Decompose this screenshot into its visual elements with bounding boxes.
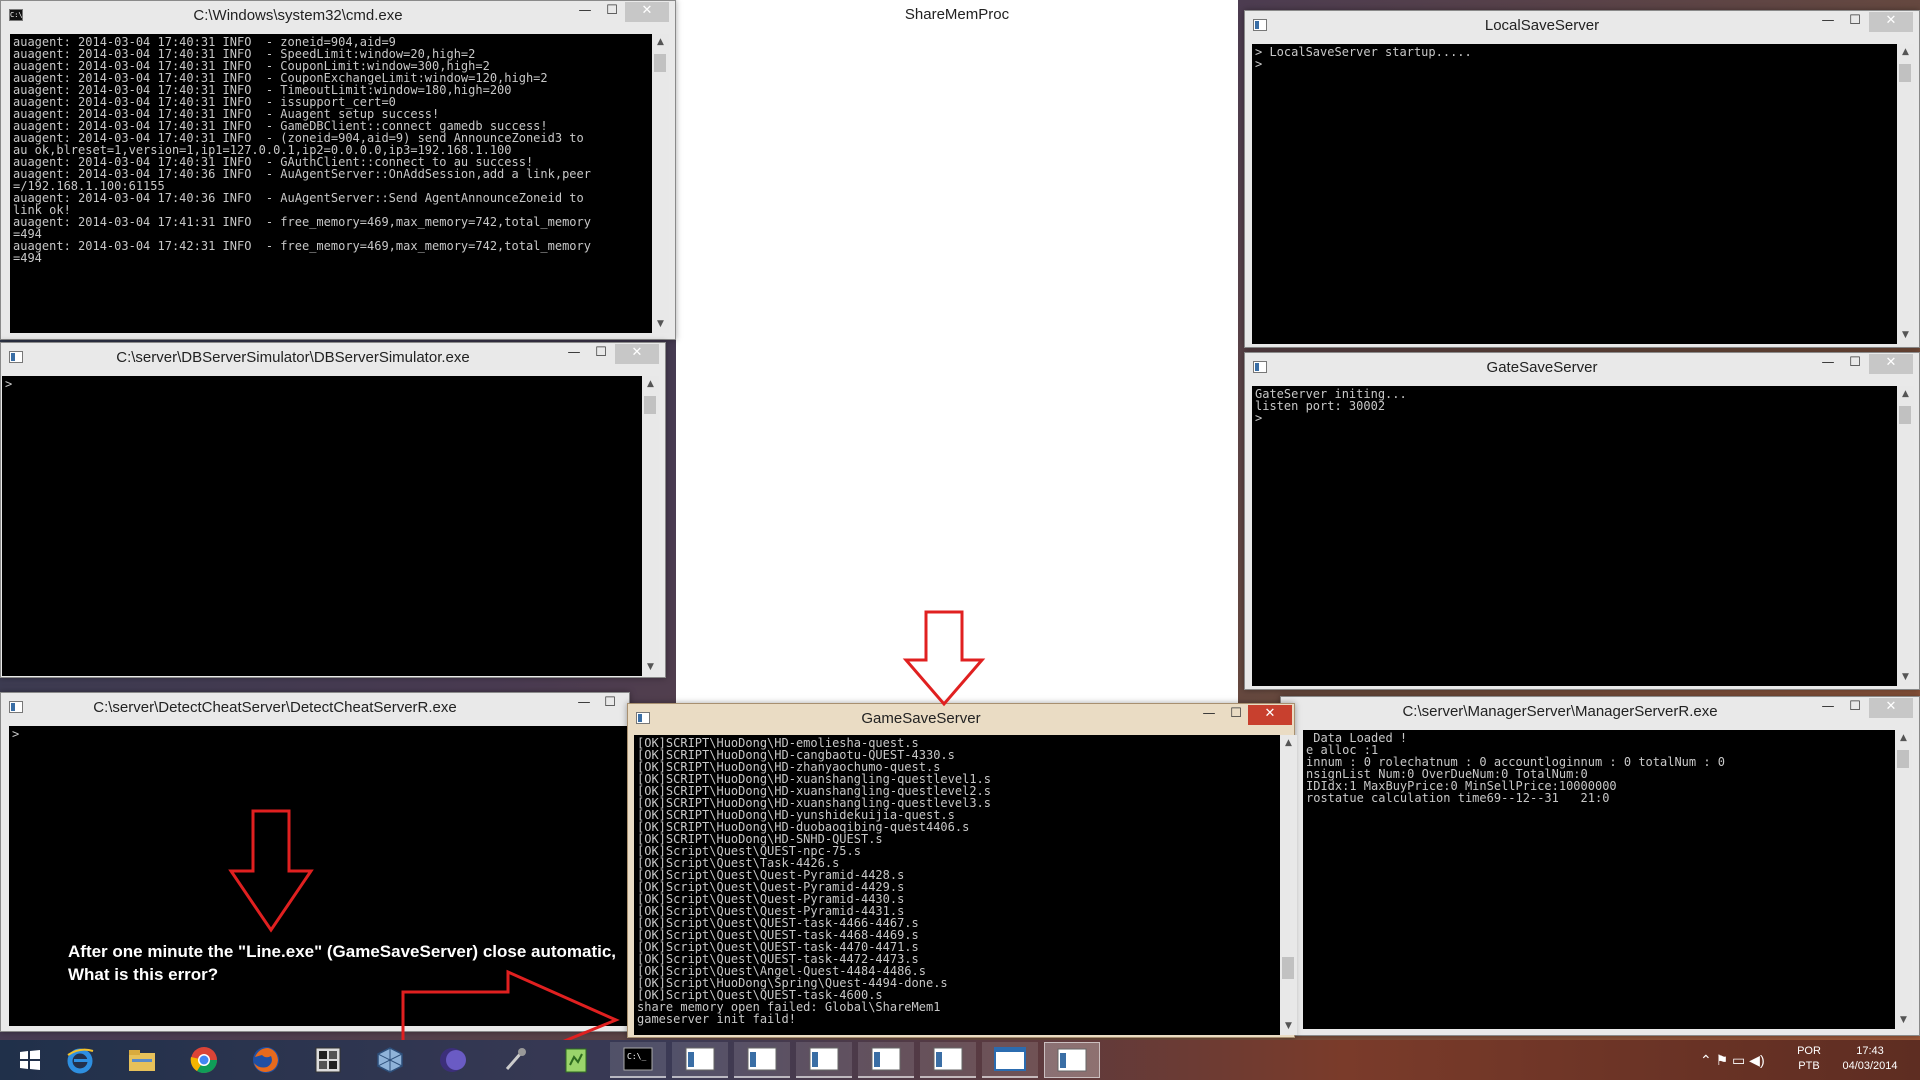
chrome-icon[interactable] bbox=[176, 1042, 232, 1078]
cmd-icon[interactable]: C:\_ bbox=[610, 1042, 666, 1078]
tool-icon[interactable] bbox=[486, 1042, 542, 1078]
console-window-icon[interactable] bbox=[734, 1042, 790, 1078]
virtualbox-icon[interactable] bbox=[362, 1042, 418, 1078]
firefox-icon[interactable] bbox=[238, 1042, 294, 1078]
file-explorer-icon[interactable] bbox=[114, 1042, 170, 1078]
console-window-icon[interactable] bbox=[796, 1042, 852, 1078]
clock-time: 17:43 bbox=[1856, 1045, 1884, 1057]
tray-icons[interactable]: ⌃ ⚑ ▭ ◀) bbox=[1700, 1052, 1765, 1069]
down-arrow-icon bbox=[228, 809, 314, 933]
blank-window-icon[interactable] bbox=[982, 1042, 1038, 1078]
keyboard-layout: PTB bbox=[1798, 1060, 1820, 1072]
windows-logo-icon[interactable] bbox=[2, 1042, 58, 1078]
console-window-icon[interactable] bbox=[1044, 1042, 1100, 1078]
down-arrow-icon bbox=[902, 610, 986, 707]
notepad-plus-icon[interactable] bbox=[548, 1042, 604, 1078]
annotation-text: After one minute the "Line.exe" (GameSav… bbox=[68, 942, 617, 984]
annotation-arrows bbox=[228, 610, 986, 1067]
internet-explorer-icon[interactable] bbox=[52, 1042, 108, 1078]
input-language[interactable]: POR PTB bbox=[1794, 1045, 1824, 1072]
clock-date: 04/03/2014 bbox=[1842, 1060, 1898, 1072]
taskbar: C:\_ ⌃ ⚑ ▭ ◀) POR PTB 17:43 04/03/2014 bbox=[0, 1040, 1920, 1080]
language-code: POR bbox=[1797, 1045, 1821, 1057]
svg-text:C:\_: C:\_ bbox=[627, 1052, 646, 1061]
console-window-icon[interactable] bbox=[672, 1042, 728, 1078]
console-window-icon[interactable] bbox=[858, 1042, 914, 1078]
annotation-arrow-layer bbox=[228, 610, 986, 1067]
eclipse-icon[interactable] bbox=[424, 1042, 480, 1078]
clock[interactable]: 17:43 04/03/2014 bbox=[1830, 1045, 1910, 1072]
console-window-icon[interactable] bbox=[920, 1042, 976, 1078]
server-app-icon[interactable] bbox=[300, 1042, 356, 1078]
